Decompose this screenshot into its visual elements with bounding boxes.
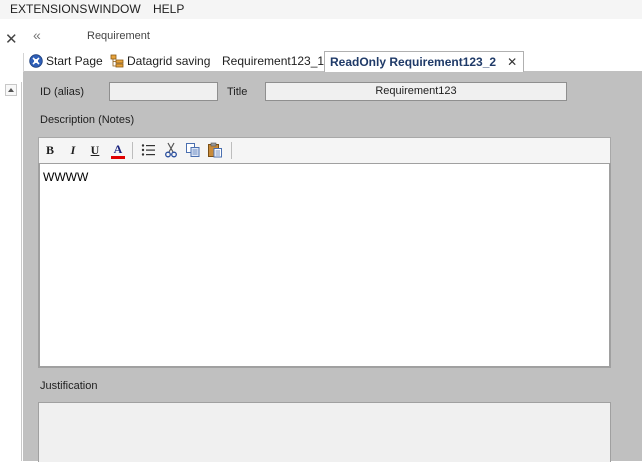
paste-icon[interactable] <box>207 142 223 158</box>
tab-label: ReadOnly Requirement123_2 <box>330 55 497 69</box>
toolbar-separator <box>132 142 133 159</box>
id-alias-label: ID (alias) <box>40 86 85 98</box>
description-text: WWWW <box>43 170 89 184</box>
tab-label: Datagrid saving <box>127 53 211 68</box>
menu-extensions[interactable]: EXTENSIONS <box>10 2 87 16</box>
datagrid-icon <box>110 54 124 67</box>
description-editor[interactable]: WWWW <box>38 163 611 368</box>
tab-label: Start Page <box>46 53 103 68</box>
underline-button[interactable]: U <box>87 142 103 158</box>
tab-readonly-requirement123-2[interactable]: ReadOnly Requirement123_2 ✕ <box>324 51 525 72</box>
tab-close-icon[interactable]: ✕ <box>507 55 517 69</box>
bold-button[interactable]: B <box>42 142 58 158</box>
menu-window[interactable]: WINDOW <box>88 2 141 16</box>
scroll-up-icon[interactable] <box>5 84 17 96</box>
scroll-track[interactable] <box>21 82 22 461</box>
title-field[interactable]: Requirement123 <box>265 82 567 101</box>
bullet-list-icon[interactable] <box>140 142 156 158</box>
copy-icon[interactable] <box>185 142 201 158</box>
tab-datagrid-saving[interactable]: Datagrid saving <box>110 51 210 70</box>
tab-label: Requirement123_1 <box>222 53 325 68</box>
description-label: Description (Notes) <box>40 114 135 126</box>
cut-icon[interactable] <box>163 142 179 158</box>
menu-help[interactable]: HELP <box>153 2 184 16</box>
justification-field[interactable] <box>38 402 611 462</box>
font-color-icon: A <box>113 142 123 156</box>
rich-text-toolbar: B I U A <box>38 137 611 164</box>
id-alias-field[interactable] <box>109 82 218 101</box>
close-icon[interactable]: ✕ <box>5 30 18 48</box>
tab-requirement123-1[interactable]: Requirement123_1 <box>222 51 324 70</box>
tab-start-page[interactable]: Start Page <box>29 51 103 70</box>
justification-label: Justification <box>40 380 98 392</box>
font-color-button[interactable]: A <box>110 142 126 159</box>
window-title: Requirement <box>87 30 150 42</box>
menu-bar: EXTENSIONS WINDOW HELP <box>0 0 642 19</box>
collapse-icon[interactable]: « <box>33 27 41 43</box>
title-label: Title <box>227 86 248 98</box>
toolbar-separator <box>231 142 232 159</box>
font-color-bar <box>111 156 125 159</box>
start-page-icon <box>29 53 43 68</box>
italic-button[interactable]: I <box>65 142 81 158</box>
